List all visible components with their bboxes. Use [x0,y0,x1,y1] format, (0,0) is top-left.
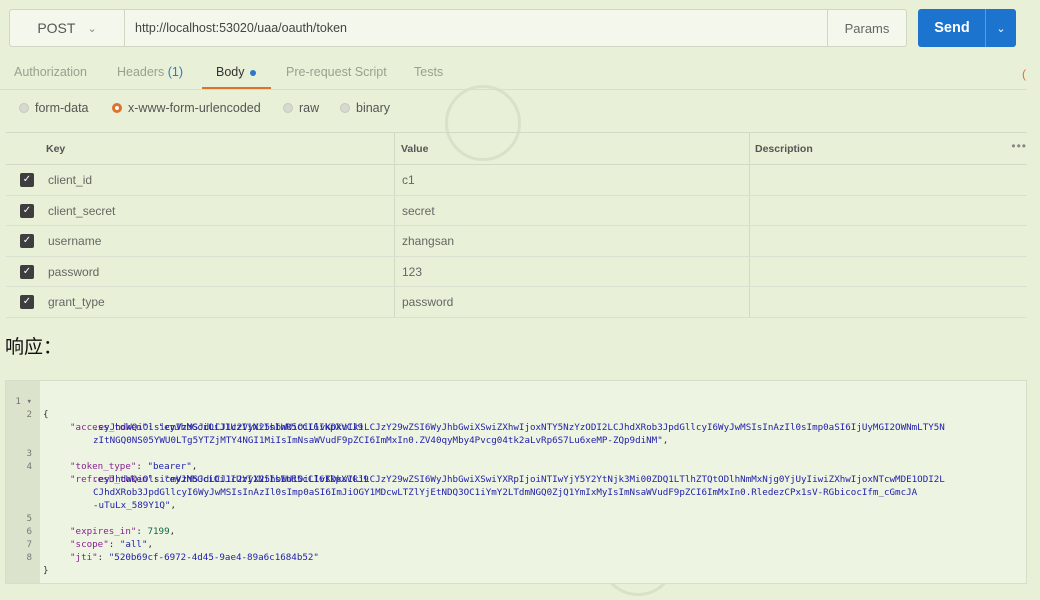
table-row: ✓ username zhangsan [6,226,1027,257]
code-line: zItNGQ0NS05YWU0LTg5YTZjMTY4NGI1MiIsImNsa… [6,421,1026,446]
tab-pre-request-script[interactable]: Pre-request Script [286,65,387,79]
row-value[interactable]: 123 [402,265,422,279]
column-divider [394,165,395,195]
params-button[interactable]: Params [827,10,906,46]
code-text: } [43,565,49,576]
column-divider [394,256,395,286]
col-header-key: Key [46,143,66,155]
request-tabs: Authorization Headers (1) Body Pre-reque… [0,60,1040,90]
code-line: .eyJhdWQiOlsicmVzMSJdLCJ1c2VyX25hbWUiOiL… [6,460,1026,485]
send-button[interactable]: Send ⌄ [918,9,1016,47]
table-row: ✓ client_id c1 [6,165,1027,196]
more-options-icon[interactable]: ••• [1011,139,1027,153]
code-line: 5 "expires_in": 7199, [6,499,1026,537]
radio-selected-icon [112,103,122,113]
radio-x-www-form-urlencoded[interactable]: x-www-form-urlencoded [112,101,261,115]
row-key[interactable]: password [48,265,99,279]
radio-icon [340,103,350,113]
radio-label: raw [299,101,320,115]
headers-count-badge: (1) [167,65,184,79]
column-divider [749,165,750,195]
divider [0,89,1027,90]
column-divider [394,287,395,317]
radio-label: form-data [35,101,89,115]
table-row: ✓ password 123 [6,256,1027,287]
row-key[interactable]: username [48,234,101,248]
checkbox-checked-icon[interactable]: ✓ [20,173,34,187]
row-key[interactable]: grant_type [48,295,105,309]
checkbox-checked-icon[interactable]: ✓ [20,234,34,248]
code-line: 4 "refresh_token": "eyJhbGciOiJIUzI1NiIs… [6,447,1026,485]
code-line: .eyJhdWQiOlsicmVzMSJdLCJ1c2VyX25hbWUiOiL… [6,408,1026,433]
tab-body-label: Body [216,65,245,79]
tab-body[interactable]: Body [216,65,256,79]
column-divider[interactable] [749,133,750,164]
code-line: 3 "token_type": "bearer", [6,434,1026,472]
code-line: CJhdXRob3JpdGllcyI6WyJwMSIsInAzIl0sImp0a… [6,473,1026,498]
table-row: ✓ client_secret secret [6,195,1027,226]
params-table: Key Value Description ••• ✓ client_id c1… [6,132,1027,318]
chevron-down-icon: ⌄ [87,22,97,35]
modified-dot-icon [249,69,256,76]
column-divider [749,195,750,225]
method-label: POST [37,20,76,36]
request-bar: POST ⌄ http://localhost:53020/uaa/oauth/… [9,9,907,47]
checkbox-checked-icon[interactable]: ✓ [20,264,34,279]
radio-form-data[interactable]: form-data [19,101,89,115]
row-value[interactable]: secret [402,204,435,218]
chevron-down-icon[interactable]: ⌄ [985,9,1016,47]
response-body-editor[interactable]: 1 ▾ { 2 "access_token": "eyJhbGciOiJIUzI… [5,380,1027,584]
radio-binary[interactable]: binary [340,101,390,115]
send-label: Send [934,20,970,36]
row-key[interactable]: client_secret [48,204,115,218]
method-select[interactable]: POST ⌄ [10,10,125,46]
code-line: 8 } [6,538,1026,576]
col-header-description: Description [755,143,813,155]
code-line: 1 ▾ { [6,382,1026,420]
url-input[interactable]: http://localhost:53020/uaa/oauth/token [135,10,347,46]
row-key[interactable]: client_id [48,173,92,187]
line-number: 8 [26,552,32,563]
code-line: 6 "scope": "all", [6,512,1026,550]
column-divider [749,287,750,317]
code-line: 7 "jti": "520b69cf-6972-4d45-9ae4-89a6c1… [6,525,1026,563]
row-value[interactable]: password [402,295,453,309]
radio-icon [19,103,29,113]
response-heading: 响应： [5,337,63,358]
row-value[interactable]: zhangsan [402,234,454,248]
checkbox-checked-icon[interactable]: ✓ [20,295,34,309]
tab-headers-label: Headers [117,65,165,79]
column-divider [749,226,750,256]
column-divider [394,195,395,225]
column-divider[interactable] [394,133,395,164]
table-header: Key Value Description ••• [6,132,1027,165]
radio-label: x-www-form-urlencoded [128,101,261,115]
tab-tests[interactable]: Tests [414,65,443,79]
tab-authorization[interactable]: Authorization [14,65,87,79]
column-divider [394,226,395,256]
radio-icon [283,103,293,113]
table-row: ✓ grant_type password [6,287,1027,318]
code-line: 2 "access_token": "eyJhbGciOiJIUzI1NiIsI… [6,395,1026,433]
radio-raw[interactable]: raw [283,101,319,115]
code-text: "jti": "520b69cf-6972-4d45-9ae4-89a6c168… [70,552,319,563]
code-line: -uTuLx_589Y1Q", [6,486,1026,511]
checkbox-checked-icon[interactable]: ✓ [20,203,34,218]
cookies-link-edge[interactable]: ( [1022,67,1026,81]
column-divider [749,256,750,286]
tab-headers[interactable]: Headers (1) [117,65,183,79]
radio-label: binary [356,101,391,115]
col-header-value: Value [401,143,429,155]
row-value[interactable]: c1 [402,173,415,187]
